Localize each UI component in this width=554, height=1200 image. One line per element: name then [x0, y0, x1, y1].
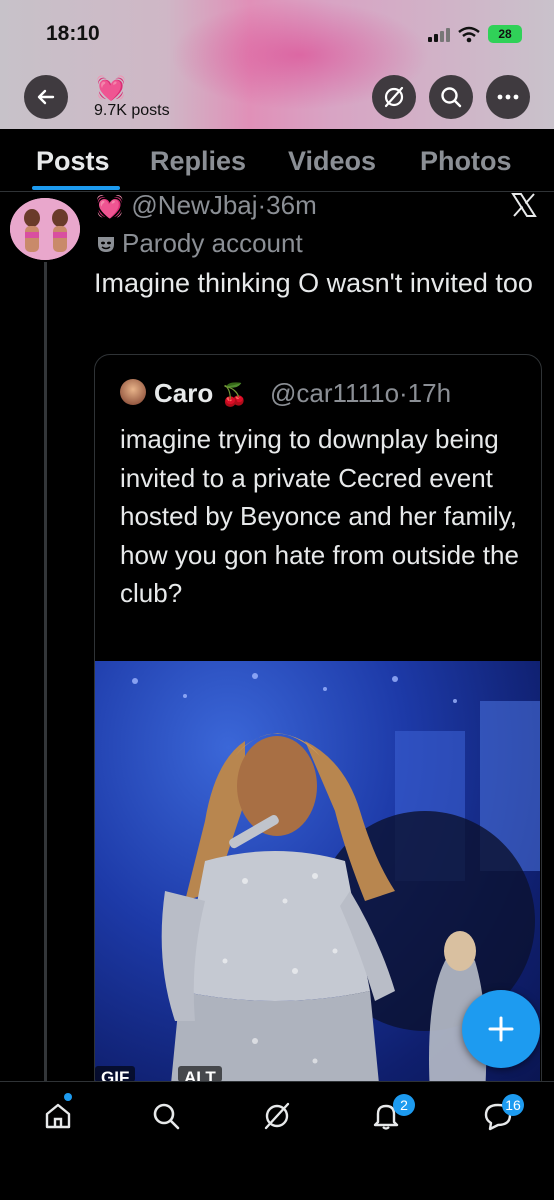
quoted-tweet-text: imagine trying to downplay being invited…	[120, 424, 519, 608]
cherry-emoji: 🍒	[220, 382, 248, 407]
search-icon	[441, 87, 462, 108]
status-icons: 28	[428, 24, 522, 44]
quoted-avatar	[120, 379, 146, 405]
search-icon	[153, 1103, 180, 1130]
tab-replies[interactable]: Replies	[150, 146, 246, 177]
gif-badge: GIF	[95, 1066, 136, 1082]
back-button[interactable]	[24, 75, 68, 119]
home-unread-dot	[64, 1093, 72, 1101]
battery-indicator: 28	[488, 25, 522, 43]
nav-search[interactable]	[142, 1092, 190, 1140]
grok-button[interactable]	[372, 75, 416, 119]
tweet-author-line[interactable]: 💓 @NewJbaj·36m	[96, 190, 317, 221]
tweet-text: Imagine thinking O wasn't invited too	[94, 268, 533, 298]
wifi-icon	[458, 26, 480, 42]
post-count: 9.7K posts	[94, 102, 170, 119]
author-heart-emoji: 💓	[96, 194, 124, 219]
nav-home[interactable]	[34, 1092, 82, 1140]
tab-posts[interactable]: Posts	[36, 146, 110, 177]
notifications-badge: 2	[393, 1094, 415, 1116]
author-handle-time: @NewJbaj·36m	[131, 190, 317, 220]
parody-label: Parody account	[96, 228, 303, 259]
avatar-image	[10, 198, 80, 260]
grok-icon	[264, 1102, 290, 1130]
home-icon	[45, 1103, 71, 1129]
compose-button[interactable]	[462, 990, 540, 1068]
messages-badge: 16	[502, 1094, 524, 1116]
tab-videos[interactable]: Videos	[288, 146, 376, 177]
profile-header	[0, 0, 554, 129]
nav-grok[interactable]	[253, 1092, 301, 1140]
quoted-author-name: Caro 🍒	[154, 378, 248, 408]
quoted-handle-time: @car1111o·17h	[270, 378, 452, 408]
grok-icon	[384, 86, 404, 108]
more-button[interactable]	[486, 75, 530, 119]
alt-badge[interactable]: ALT	[178, 1066, 222, 1082]
avatar[interactable]	[10, 198, 80, 260]
header-heart-emoji: 💓	[96, 75, 126, 102]
back-arrow-icon	[37, 89, 55, 105]
status-time: 18:10	[46, 22, 100, 45]
tab-photos[interactable]: Photos	[420, 146, 512, 177]
plus-icon	[488, 1016, 514, 1042]
thread-line	[44, 262, 47, 1082]
more-icon	[497, 94, 519, 100]
search-button[interactable]	[429, 75, 473, 119]
parody-mask-icon	[98, 237, 114, 252]
signal-icon	[428, 26, 450, 42]
x-logo-icon	[510, 192, 538, 223]
